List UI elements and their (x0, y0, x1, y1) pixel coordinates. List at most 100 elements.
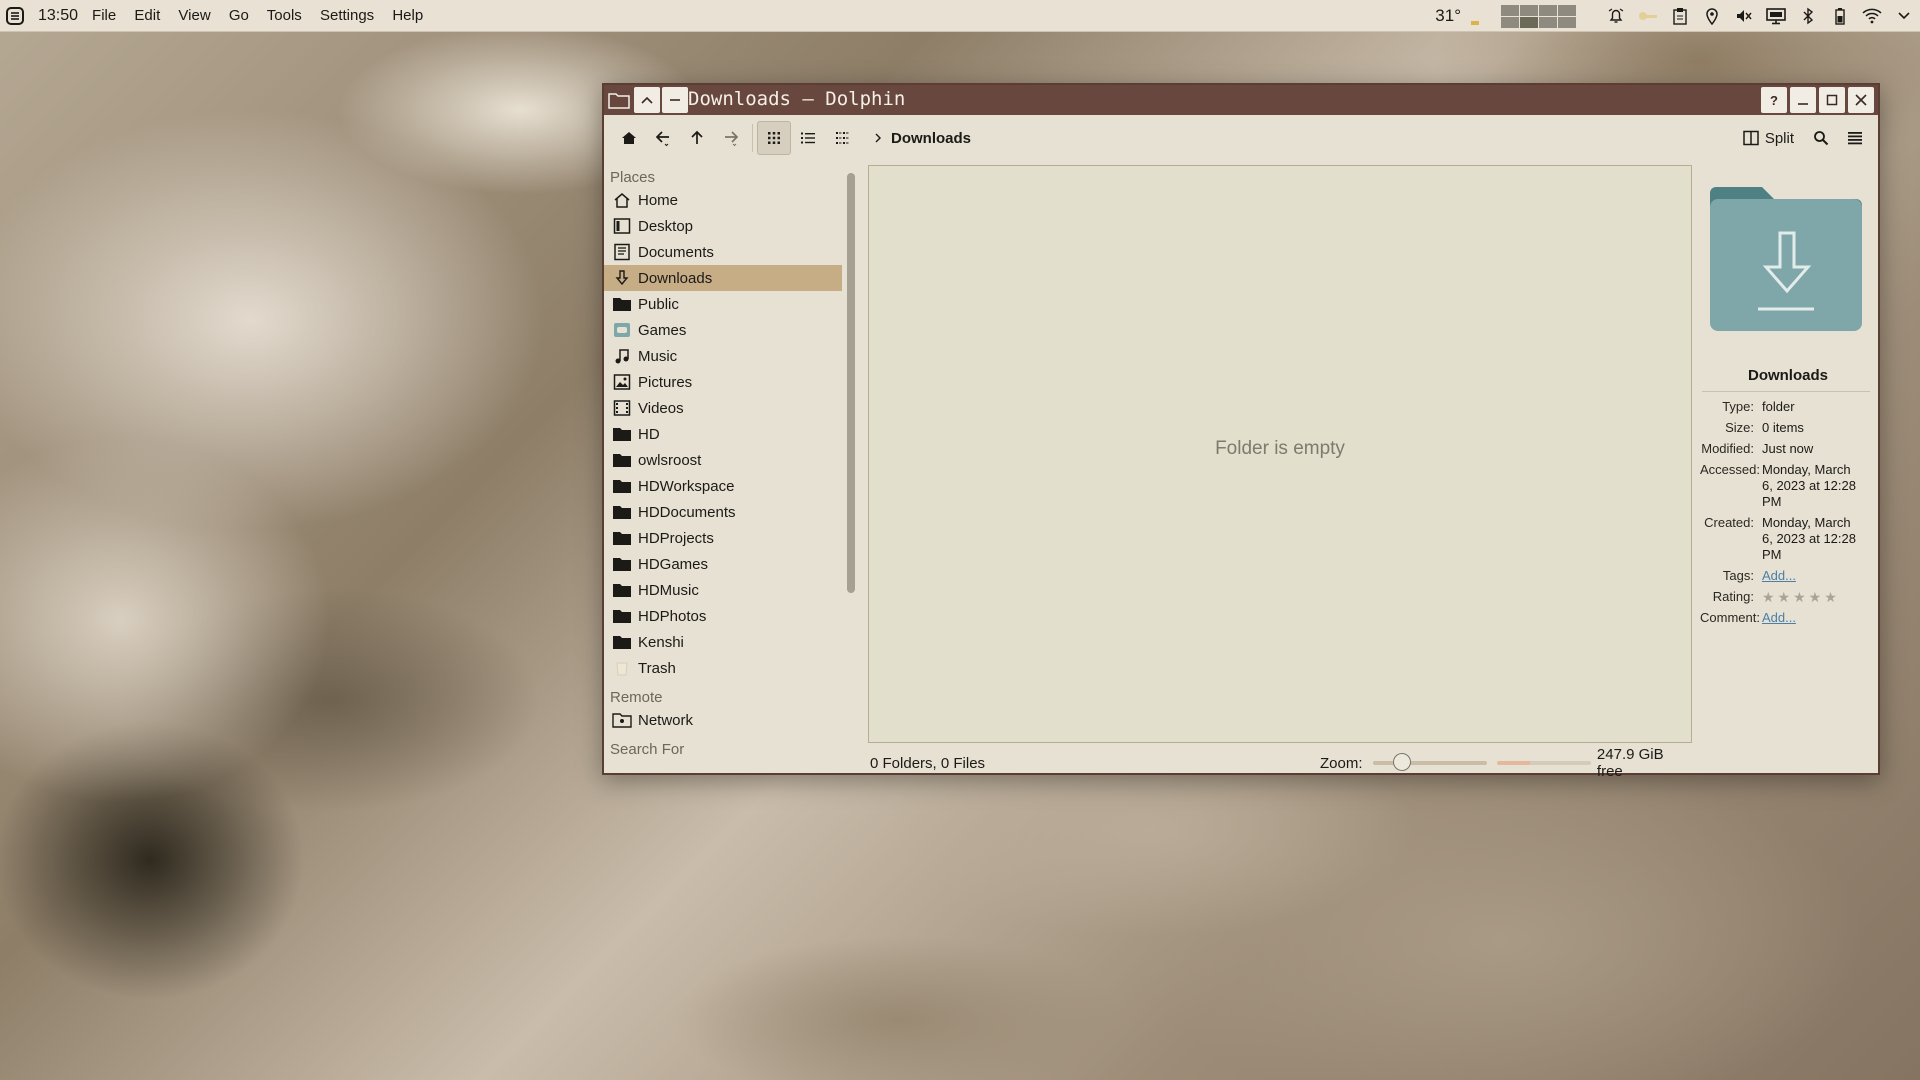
virtual-desktop-pager[interactable] (1501, 4, 1576, 28)
info-value: Monday, March 6, 2023 at 12:28 PM (1762, 515, 1856, 562)
downloads-icon (612, 268, 632, 288)
home-button[interactable] (612, 121, 646, 155)
desktop-5[interactable] (1501, 16, 1519, 28)
sidebar-item-label: HDWorkspace (638, 477, 735, 495)
sidebar-item-label: HD (638, 425, 660, 443)
menu-go[interactable]: Go (229, 7, 249, 24)
alarm-icon[interactable] (1600, 0, 1632, 32)
sidebar-item-home[interactable]: Home (604, 187, 842, 213)
sidebar-item-label: HDProjects (638, 529, 714, 547)
battery-icon[interactable] (1824, 0, 1856, 32)
menu-settings[interactable]: Settings (320, 7, 374, 24)
places-header: Places (610, 169, 656, 186)
rating-stars[interactable]: ★★★★★ (1762, 589, 1862, 605)
minimize-button[interactable] (1790, 87, 1816, 113)
file-view[interactable]: Folder is empty (868, 165, 1692, 743)
breadcrumb[interactable]: Downloads (873, 130, 971, 147)
sidebar-item-pictures[interactable]: Pictures (604, 369, 842, 395)
expand-icon[interactable] (1888, 0, 1920, 32)
sidebar-item-hddocuments[interactable]: HDDocuments (604, 499, 842, 525)
sidebar-item-network[interactable]: Network (604, 707, 842, 733)
menu-file[interactable]: File (92, 7, 116, 24)
places-scrollbar[interactable] (847, 173, 855, 593)
folder-downloads-icon (1708, 185, 1864, 339)
icons-view-button[interactable] (757, 121, 791, 155)
music-icon (612, 346, 632, 366)
sidebar-item-hd[interactable]: HD (604, 421, 842, 447)
bluetooth-icon[interactable] (1792, 0, 1824, 32)
help-button[interactable]: ? (1761, 87, 1787, 113)
desktop-6[interactable] (1520, 16, 1538, 28)
sidebar-item-label: Kenshi (638, 633, 684, 651)
split-button[interactable]: Split (1743, 130, 1794, 147)
sidebar-item-documents[interactable]: Documents (604, 239, 842, 265)
info-value: 0 items (1762, 420, 1804, 435)
sidebar-item-label: Games (638, 321, 687, 339)
sidebar-item-hdworkspace[interactable]: HDWorkspace (604, 473, 842, 499)
desktop-2[interactable] (1520, 4, 1538, 16)
sidebar-item-downloads[interactable]: Downloads (604, 265, 842, 291)
key-icon[interactable] (1632, 0, 1664, 32)
location-icon[interactable] (1696, 0, 1728, 32)
details-view-button[interactable] (791, 121, 825, 155)
sidebar-item-videos[interactable]: Videos (604, 395, 842, 421)
shade-button[interactable] (662, 87, 688, 113)
breadcrumb-downloads[interactable]: Downloads (891, 130, 971, 147)
sidebar-item-trash[interactable]: Trash (604, 655, 842, 681)
forward-button[interactable] (714, 121, 748, 155)
titlebar[interactable]: Downloads — Dolphin ? (604, 85, 1878, 115)
up-button[interactable] (680, 121, 714, 155)
wifi-icon[interactable] (1856, 0, 1888, 32)
sidebar-item-public[interactable]: Public (604, 291, 842, 317)
compact-view-button[interactable] (825, 121, 859, 155)
clock[interactable]: 13:50 (38, 7, 78, 25)
info-row-size: Size: 0 items (1700, 420, 1876, 436)
sidebar-item-hdgames[interactable]: HDGames (604, 551, 842, 577)
display-icon[interactable] (1760, 0, 1792, 32)
info-divider (1702, 391, 1870, 392)
search-button[interactable] (1804, 121, 1838, 155)
menu-tools[interactable]: Tools (267, 7, 302, 24)
help-icon: ? (1770, 92, 1778, 108)
hamburger-menu-button[interactable] (1838, 121, 1872, 155)
add-tags-link[interactable]: Add... (1762, 568, 1862, 584)
sidebar-item-hdprojects[interactable]: HDProjects (604, 525, 842, 551)
split-label: Split (1764, 129, 1794, 147)
back-button[interactable] (646, 121, 680, 155)
desktop-3[interactable] (1539, 4, 1557, 16)
system-tray (1600, 0, 1920, 32)
home-icon (612, 190, 632, 210)
app-launcher-icon[interactable] (0, 0, 30, 32)
desktop-1[interactable] (1501, 4, 1519, 16)
sidebar-item-games[interactable]: Games (604, 317, 842, 343)
folder-icon (612, 294, 632, 314)
clipboard-icon[interactable] (1664, 0, 1696, 32)
menu-help[interactable]: Help (392, 7, 423, 24)
menu-edit[interactable]: Edit (134, 7, 160, 24)
sidebar-item-music[interactable]: Music (604, 343, 842, 369)
keep-above-button[interactable] (634, 87, 660, 113)
zoom-slider-handle[interactable] (1392, 753, 1411, 771)
info-key: Rating: (1712, 589, 1754, 604)
sidebar-item-owlsroost[interactable]: owlsroost (604, 447, 842, 473)
add-comment-link[interactable]: Add... (1762, 610, 1862, 626)
sidebar-item-desktop[interactable]: Desktop (604, 213, 842, 239)
weather-temperature[interactable]: 31° (1435, 6, 1461, 26)
desktop-7[interactable] (1539, 16, 1557, 28)
sidebar-item-hdmusic[interactable]: HDMusic (604, 577, 842, 603)
sidebar-item-label: Desktop (638, 217, 694, 235)
zoom-slider[interactable] (1372, 753, 1487, 771)
desktop-8[interactable] (1558, 16, 1576, 28)
volume-muted-icon[interactable] (1728, 0, 1760, 32)
sidebar-item-label: owlsroost (638, 451, 702, 469)
sidebar-item-hdphotos[interactable]: HDPhotos (604, 603, 842, 629)
sidebar-item-kenshi[interactable]: Kenshi (604, 629, 842, 655)
close-button[interactable] (1848, 87, 1874, 113)
info-key: Size: (1725, 420, 1754, 435)
menu-view[interactable]: View (178, 7, 210, 24)
window-body: Places Home Desktop Documents Downloads … (604, 161, 1878, 780)
window-menu-icon[interactable] (606, 87, 632, 113)
sidebar-item-label: Home (638, 191, 679, 209)
maximize-button[interactable] (1819, 87, 1845, 113)
desktop-4[interactable] (1558, 4, 1576, 16)
